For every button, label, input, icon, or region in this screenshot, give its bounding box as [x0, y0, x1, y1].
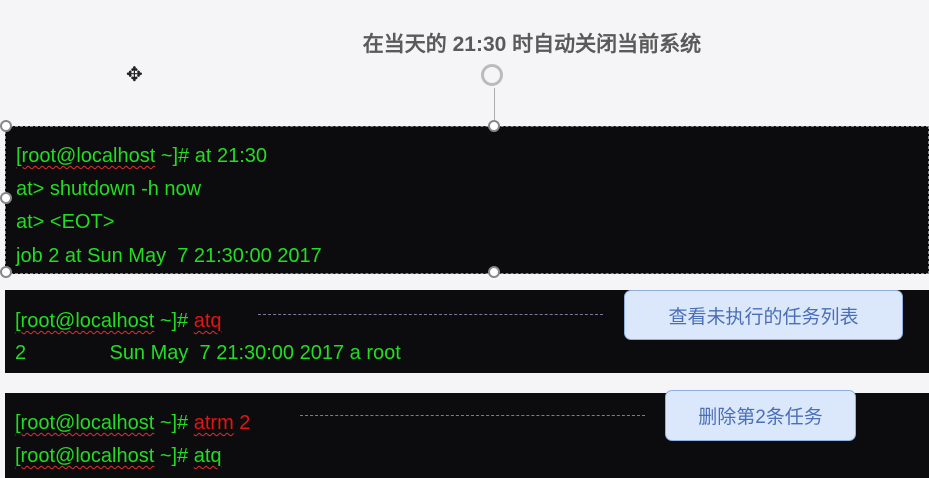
command-arg: 2	[233, 412, 251, 434]
resize-handle[interactable]	[0, 192, 12, 204]
terminal-line: [root@localhost ~]# atq	[15, 445, 222, 468]
command: atq	[193, 310, 222, 332]
terminal-line: [root@localhost ~]# atq	[15, 310, 222, 333]
connector-line	[258, 314, 603, 315]
resize-handle[interactable]	[0, 266, 12, 278]
terminal-line: job 2 at Sun May 7 21:30:00 2017	[16, 245, 322, 267]
prompt: [root@localhost	[15, 310, 155, 332]
resize-handle[interactable]	[488, 120, 500, 132]
prompt: [root@localhost	[15, 412, 155, 434]
command: ~]# at 21:30	[155, 145, 268, 167]
connector-line	[300, 415, 645, 416]
prompt-suffix: ~]#	[154, 445, 194, 467]
prompt: [root@localhost	[15, 445, 155, 467]
callout-atrm: 删除第2条任务	[665, 390, 856, 441]
prompt-suffix: ~]#	[154, 412, 194, 434]
resize-handle[interactable]	[0, 120, 12, 132]
terminal-line: [root@localhost ~]# atrm 2	[15, 412, 250, 435]
rotate-handle-icon[interactable]	[481, 64, 503, 86]
terminal-line: 2 Sun May 7 21:30:00 2017 a root	[15, 342, 401, 364]
callout-atq: 查看未执行的任务列表	[624, 290, 903, 340]
prompt-suffix: ~]#	[154, 310, 194, 332]
terminal-line: [root@localhost ~]# at 21:30	[16, 145, 267, 168]
terminal-line: at> <EOT>	[16, 211, 115, 233]
terminal-block-at[interactable]: [root@localhost ~]# at 21:30 at> shutdow…	[5, 126, 929, 274]
resize-handle[interactable]	[488, 266, 500, 278]
command: atrm	[193, 412, 234, 434]
terminal-line: at> shutdown -h now	[16, 178, 202, 200]
command: atq	[193, 445, 222, 467]
move-cursor-icon: ✥	[126, 64, 143, 86]
slide-title: 在当天的 21:30 时自动关闭当前系统	[362, 33, 702, 56]
prompt: [root@localhost	[16, 145, 156, 167]
